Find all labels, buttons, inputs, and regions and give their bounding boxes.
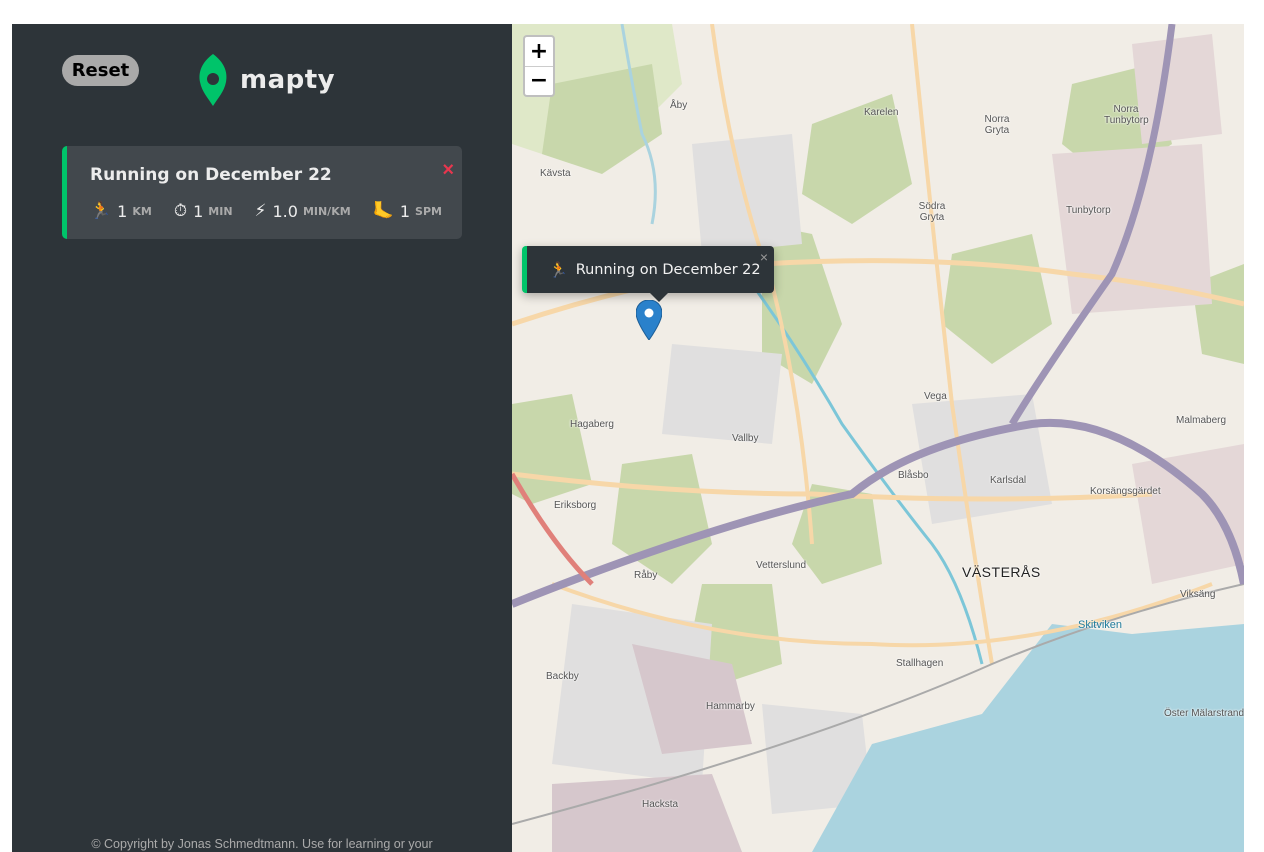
reset-button[interactable]: Reset [62,55,139,86]
map-label-oster-malarstrand: Öster Mälarstrand [1164,708,1244,719]
map-label-karelen: Karelen [864,107,899,118]
map-label-korsangsgardet: Korsängsgärdet [1090,486,1161,497]
workout-distance: 🏃 1 km [90,202,152,221]
cadence-unit: spm [415,205,442,218]
runner-icon: 🏃 [549,261,568,279]
map-label-backby: Backby [546,671,579,682]
logo: mapty [198,54,335,106]
copyright: © Copyright by Jonas Schmedtmann. Use fo… [91,837,433,851]
map-label-karlsdal: Karlsdal [990,475,1027,486]
cadence-value: 1 [399,202,411,221]
map-label-aby: Åby [670,100,688,111]
lightning-icon: ⚡ [254,201,267,221]
map-label-stallhagen: Stallhagen [896,658,944,669]
map-label-tunbytorp: Tunbytorp [1066,205,1111,216]
map-label-vasteras: VÄSTERÅS [962,564,1041,580]
map-label-sodra-gryta: Södra Gryta [918,201,946,223]
sidebar: Reset mapty Running on December 22 × 🏃 1… [12,24,512,852]
popup-text: Running on December 22 [575,261,761,278]
map-label-viksang: Viksäng [1180,589,1216,600]
map-label-norra-tunbytorp: Norra Tunbytorp [1104,104,1149,126]
pace-value: 1.0 [272,202,298,221]
stopwatch-icon: ⏱ [173,201,188,221]
map-pin-logo-icon [199,54,227,106]
workout-popup[interactable]: 🏃 Running on December 22 × [522,246,774,302]
map-label-hagaberg: Hagaberg [570,419,614,430]
map-label-kavsta: Kävsta [540,168,571,179]
map-marker-icon[interactable] [636,300,662,340]
zoom-in-button[interactable]: + [525,37,553,66]
popup-close-icon[interactable]: × [760,249,768,265]
workout-card[interactable]: Running on December 22 × 🏃 1 km ⏱ 1 min … [62,146,462,239]
map-tiles[interactable] [512,24,1244,852]
map-label-malmaberg: Malmaberg [1176,415,1227,426]
pace-unit: min/km [302,205,351,218]
map-label-blasbo: Blåsbo [898,470,929,481]
zoom-out-button[interactable]: − [525,65,553,96]
distance-value: 1 [117,202,128,221]
distance-unit: km [132,205,152,218]
map-label-norra-gryta: Norra Gryta [984,114,1010,136]
duration-value: 1 [193,202,204,221]
map-label-skitviken: Skitviken [1078,619,1123,631]
runner-icon: 🏃 [90,201,112,221]
logo-text: mapty [240,65,336,95]
map[interactable]: Åby Karelen Norra Gryta Norra Tunbytorp … [512,24,1244,852]
map-label-vega: Vega [924,391,947,402]
map-label-vallby: Vallby [732,433,759,444]
map-label-hacksta: Hacksta [642,799,679,810]
map-label-eriksborg: Eriksborg [554,500,597,511]
workout-details: 🏃 1 km ⏱ 1 min ⚡ 1.0 min/km 🦶 1 spm [90,202,442,221]
map-label-hammarby: Hammarby [706,701,755,712]
zoom-control: + − [523,35,555,97]
duration-unit: min [208,205,233,218]
map-label-vetterslund: Vetterslund [756,560,807,571]
workout-pace: ⚡ 1.0 min/km [255,202,351,221]
foot-icon: 🦶 [372,201,394,221]
workout-cadence: 🦶 1 spm [373,202,442,221]
delete-workout-icon[interactable]: × [442,160,454,180]
map-label-raby: Råby [634,570,658,581]
workout-duration: ⏱ 1 min [174,202,233,221]
workout-title: Running on December 22 [90,165,332,185]
